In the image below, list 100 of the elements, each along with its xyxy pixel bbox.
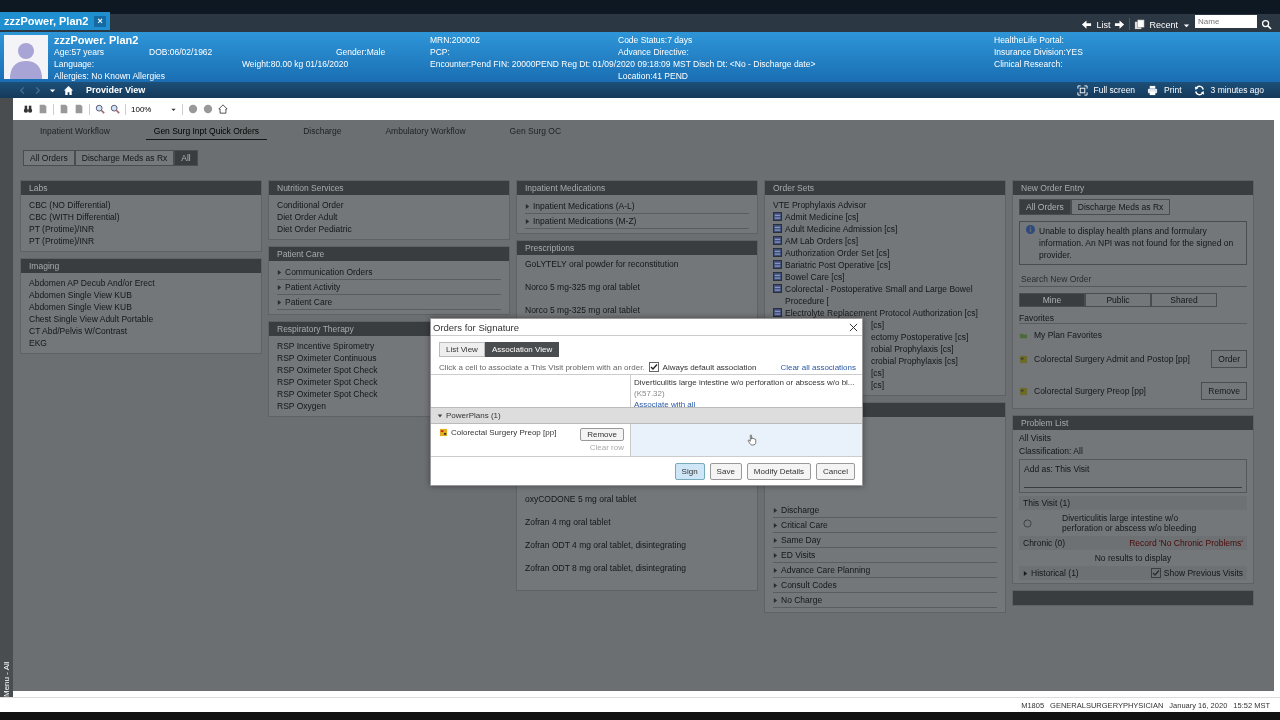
order-item[interactable]: Zofran ODT 8 mg oral tablet, disintegrating (525, 563, 686, 573)
order-item[interactable]: Inpatient Medications (A-L) (533, 201, 635, 211)
order-item[interactable]: Communication Orders (285, 267, 373, 277)
order-item[interactable]: Diet Order Pediatric (277, 224, 352, 234)
plan-action-button[interactable]: Remove (1201, 382, 1247, 400)
dialog-button[interactable]: Modify Details (746, 463, 812, 480)
order-item[interactable]: oxyCODONE 5 mg oral tablet (525, 494, 637, 504)
search-icon[interactable] (1261, 19, 1272, 30)
circle-icon[interactable] (1023, 518, 1032, 528)
order-entry-tab[interactable]: All Orders (1019, 199, 1071, 215)
checkbox[interactable] (648, 362, 659, 372)
order-item[interactable]: Same Day (781, 535, 821, 545)
order-item[interactable]: Zofran 4 mg oral tablet (525, 517, 611, 527)
group-header[interactable]: PowerPlans (1) (431, 407, 862, 424)
close-button[interactable]: × (94, 15, 106, 27)
order-item[interactable]: robial Prophylaxis [cs] (871, 344, 954, 354)
order-item[interactable]: Abdomen Single View KUB (29, 290, 132, 300)
back-icon[interactable] (18, 85, 27, 95)
clear-row-link[interactable]: Clear row (589, 443, 624, 452)
associate-all-link[interactable]: Associate with all (634, 400, 696, 409)
order-entry-tab[interactable]: Discharge Meds as Rx (1070, 199, 1171, 215)
view-action[interactable]: Full screen (1093, 85, 1136, 95)
zoom-out-icon[interactable] (95, 104, 105, 114)
checkbox[interactable] (1150, 568, 1161, 578)
favorites-folder[interactable]: My Plan Favorites (1034, 330, 1103, 340)
dialog-button[interactable]: Sign (674, 463, 705, 480)
order-item[interactable]: RSP Oximeter Spot Check (277, 389, 378, 399)
view-toggle[interactable]: Association View (484, 342, 560, 357)
order-item[interactable]: Abdomen AP Decub And/or Erect (29, 278, 155, 288)
filter-button[interactable]: All Orders (23, 150, 75, 166)
dialog-button[interactable]: Save (709, 463, 742, 480)
order-item[interactable]: RSP Oxygen (277, 401, 326, 411)
order-item[interactable]: RSP Incentive Spirometry (277, 341, 375, 351)
workflow-tab[interactable]: Discharge (295, 126, 350, 140)
view-toggle[interactable]: List View (439, 342, 485, 357)
list-link[interactable]: List (1096, 20, 1111, 30)
filter-button[interactable]: All (174, 150, 198, 166)
remove-button[interactable]: Remove (580, 428, 624, 441)
side-menu-tab[interactable]: Menu - All (0, 98, 13, 697)
name-search-field[interactable]: Name (1195, 15, 1257, 28)
order-item[interactable]: Bowel Care [cs] (785, 271, 845, 283)
association-cell[interactable] (631, 424, 862, 456)
printer-icon[interactable] (1147, 84, 1159, 96)
classification-filter[interactable]: Classification: All (1019, 446, 1247, 456)
order-item[interactable]: Conditional Order (277, 200, 344, 210)
order-item[interactable]: Admit Medicine [cs] (785, 211, 859, 223)
order-item[interactable]: Inpatient Medications (M-Z) (533, 216, 637, 226)
scope-tab[interactable]: Shared (1151, 293, 1217, 307)
order-item[interactable]: Adult Medicine Admission [cs] (785, 223, 898, 235)
zoom-dropdown[interactable]: 100% (131, 104, 165, 114)
order-item[interactable]: PT (Protime)/INR (29, 236, 95, 246)
order-item[interactable]: Chest Single View Adult Portable (29, 314, 154, 324)
forward-icon[interactable] (33, 85, 42, 95)
order-item[interactable]: CT Abd/Pelvis W/Contrast (29, 326, 128, 336)
dialog-button[interactable]: Cancel (816, 463, 855, 480)
scope-tab[interactable]: Mine (1019, 293, 1085, 307)
home-icon[interactable] (218, 104, 228, 114)
order-item[interactable]: Patient Activity (285, 282, 341, 292)
fullscreen-icon[interactable] (1076, 84, 1088, 96)
order-item[interactable]: Zofran ODT 4 mg oral tablet, disintegrating (525, 540, 686, 550)
order-item[interactable]: RSP Oximeter Continuous (277, 353, 377, 363)
order-item[interactable]: crobial Prophylaxis [cs] (871, 356, 958, 366)
workflow-tab[interactable]: Gen Surg Inpt Quick Orders (145, 126, 268, 140)
order-item[interactable]: Bariatric Post Operative [cs] (785, 259, 891, 271)
order-item[interactable]: Critical Care (781, 520, 828, 530)
plan-name[interactable]: Colorectal Surgery Admit and Postop [pp] (1034, 354, 1206, 364)
order-item[interactable]: Electrolyte Replacement Protocol Authorization [cs] (785, 307, 978, 319)
close-icon[interactable] (849, 323, 858, 332)
order-item[interactable]: [cs] (871, 380, 885, 390)
circle-icon[interactable] (203, 104, 213, 114)
circle-icon[interactable] (188, 104, 198, 114)
workflow-tab[interactable]: Gen Surg OC (501, 126, 570, 140)
order-item[interactable]: Authorization Order Set [cs] (785, 247, 890, 259)
checkbox-label[interactable]: Always default association (662, 362, 757, 372)
filter-button[interactable]: Discharge Meds as Rx (74, 150, 175, 166)
problem-name[interactable]: Diverticulitis large intestine w/o perforation or abscess w/o bleeding (1062, 513, 1212, 533)
forward-arrow-icon[interactable] (1114, 19, 1126, 30)
zoom-in-icon[interactable] (110, 104, 120, 114)
section-header[interactable]: This Visit (1) (1019, 496, 1247, 510)
visits-filter[interactable]: All Visits (1019, 433, 1247, 443)
checkbox-label[interactable]: Show Previous Visits (1163, 568, 1243, 578)
order-item[interactable]: CBC (NO Differential) (29, 200, 111, 210)
order-item[interactable]: GoLYTELY oral powder for reconstitution (525, 259, 679, 269)
order-item[interactable]: [cs] (871, 368, 885, 378)
section-header[interactable]: Chronic (0) (1023, 538, 1066, 548)
workflow-tab[interactable]: Ambulatory Workflow (377, 126, 474, 140)
plan-action-button[interactable]: Order (1211, 350, 1247, 368)
scope-tab[interactable]: Public (1085, 293, 1151, 307)
document-icon[interactable] (38, 104, 48, 114)
plan-name[interactable]: Colorectal Surgery Preop [pp] (1034, 386, 1196, 396)
expand-arrow-icon[interactable] (1023, 569, 1028, 577)
order-item[interactable]: Advance Care Planning (781, 565, 871, 575)
section-header[interactable]: Historical (1) (1031, 568, 1079, 578)
patient-tab[interactable]: zzzPower, Plan2 × (0, 12, 110, 30)
order-item[interactable]: Patient Care (285, 297, 333, 307)
order-item[interactable]: Discharge (781, 505, 820, 515)
binoculars-icon[interactable] (23, 104, 33, 114)
record-link[interactable]: Record 'No Chronic Problems' (1129, 538, 1243, 548)
order-item[interactable]: Diet Order Adult (277, 212, 338, 222)
order-item[interactable]: No Charge (781, 595, 823, 605)
